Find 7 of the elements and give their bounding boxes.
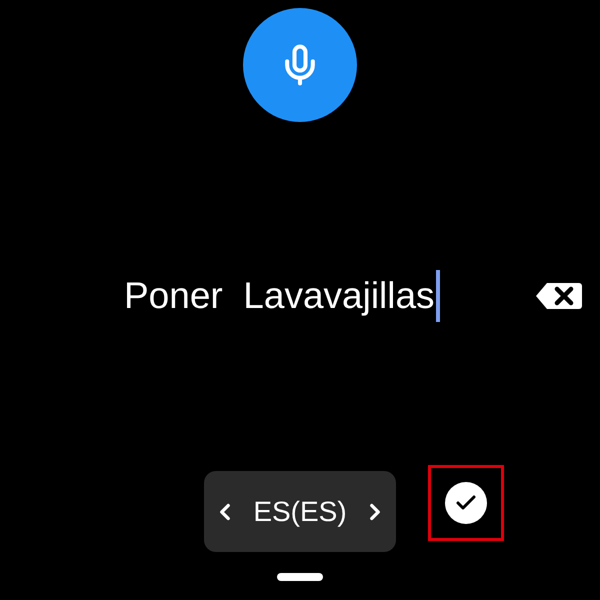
text-cursor bbox=[436, 270, 440, 322]
home-indicator[interactable] bbox=[277, 573, 323, 581]
language-label: ES(ES) bbox=[253, 496, 347, 528]
check-icon bbox=[445, 482, 487, 524]
backspace-button[interactable] bbox=[535, 281, 583, 311]
backspace-icon bbox=[535, 281, 583, 311]
confirm-button[interactable] bbox=[428, 465, 504, 541]
